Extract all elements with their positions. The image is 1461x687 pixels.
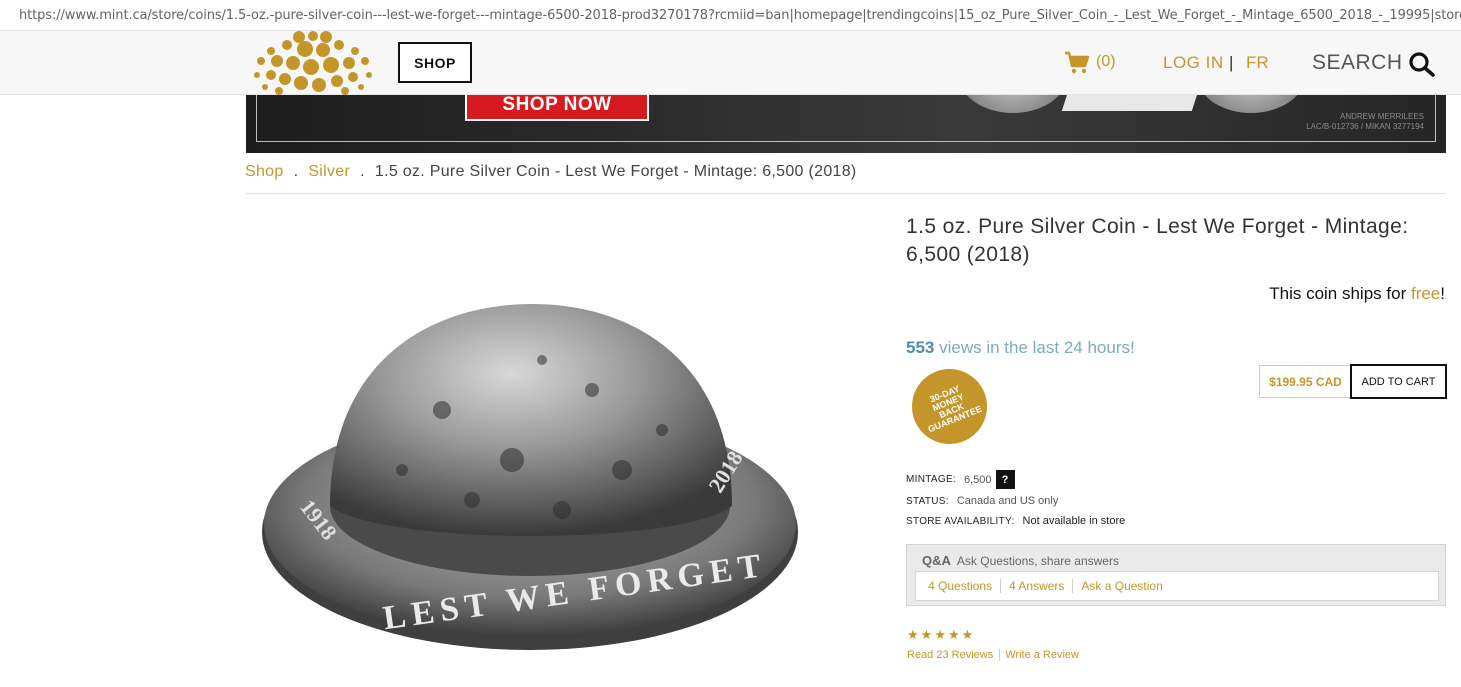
- guarantee-text: 30-DAY MONEY BACK GUARANTEE: [926, 383, 983, 434]
- spec-value: 6,500: [964, 473, 992, 486]
- add-to-cart-button[interactable]: ADD TO CART: [1350, 364, 1447, 399]
- breadcrumb-current: 1.5 oz. Pure Silver Coin - Lest We Forge…: [374, 163, 857, 180]
- write-review-link[interactable]: Write a Review: [1005, 649, 1085, 661]
- star-icon: ★: [920, 627, 933, 642]
- shipping-free: free: [1410, 284, 1441, 303]
- spec-store-availability: STORE AVAILABILITY: Not available in sto…: [906, 515, 1125, 527]
- spec-label: STATUS:: [906, 495, 949, 507]
- qa-subtitle: Ask Questions, share answers: [956, 554, 1119, 568]
- product-title: 1.5 oz. Pure Silver Coin - Lest We Forge…: [906, 215, 1409, 266]
- views-counter: 553 views in the last 24 hours!: [906, 338, 1135, 358]
- breadcrumb-separator: .: [293, 163, 299, 180]
- read-reviews-suffix: Reviews: [948, 649, 994, 661]
- breadcrumb: Shop . Silver . 1.5 oz. Pure Silver Coin…: [245, 163, 857, 181]
- rating-stars: ★ ★ ★ ★ ★: [907, 627, 975, 643]
- star-icon: ★: [934, 627, 946, 642]
- spec-mintage: MINTAGE: 6,500 ?: [906, 470, 1015, 489]
- help-icon[interactable]: ?: [995, 470, 1015, 489]
- read-reviews-prefix: Read: [907, 649, 937, 661]
- product-image[interactable]: LEST WE FORGET 1918 2018: [262, 300, 802, 660]
- qa-title: Q&A: [922, 553, 951, 568]
- shop-button[interactable]: SHOP: [398, 42, 472, 83]
- credit-line: ANDREW MERRILEES: [1339, 112, 1424, 121]
- read-reviews-link[interactable]: Read 23 Reviews: [907, 649, 1001, 661]
- spec-value: Not available in store: [1022, 515, 1126, 527]
- spec-label: STORE AVAILABILITY:: [906, 515, 1015, 527]
- login-link[interactable]: LOG IN: [1163, 53, 1224, 73]
- breadcrumb-shop[interactable]: Shop: [245, 163, 284, 181]
- banner-card-image: [1061, 95, 1201, 111]
- views-count: 553: [906, 338, 935, 357]
- qa-ask-link[interactable]: Ask a Question: [1073, 579, 1170, 593]
- cart-icon: [1065, 51, 1090, 74]
- site-header: SHOP (0) LOG IN | FR SEARCH: [0, 31, 1461, 95]
- search-icon[interactable]: [1408, 51, 1436, 77]
- qa-panel: Q&A Ask Questions, share answers 4 Quest…: [906, 544, 1446, 606]
- star-icon: ★: [907, 627, 919, 642]
- banner-credit: ANDREW MERRILEES LAC/B-012736 / MIKAN 32…: [1306, 112, 1424, 132]
- url-text: https://www.mint.ca/store/coins/1.5-oz.-…: [19, 7, 1461, 23]
- review-links: Read 23 Reviews Write a Review: [907, 649, 1090, 661]
- breadcrumb-silver[interactable]: Silver: [308, 163, 350, 181]
- qa-questions-link[interactable]: 4 Questions: [920, 579, 1002, 593]
- breadcrumb-separator: .: [360, 163, 365, 180]
- shipping-text: This coin ships for: [1269, 284, 1411, 303]
- star-icon: ★: [961, 627, 974, 642]
- qa-answers-link[interactable]: 4 Answers: [1001, 579, 1074, 593]
- views-text: views in the last 24 hours!: [934, 338, 1135, 357]
- price: $199.95 CAD: [1259, 365, 1351, 398]
- shipping-suffix: !: [1440, 284, 1445, 303]
- shipping-note: This coin ships for free!: [1269, 284, 1445, 304]
- qa-header: Q&A Ask Questions, share answers: [922, 553, 1119, 568]
- mint-logo[interactable]: [249, 31, 377, 95]
- language-toggle[interactable]: FR: [1246, 53, 1269, 73]
- spec-value: Canada and US only: [956, 495, 1059, 507]
- star-icon: ★: [947, 627, 960, 642]
- qa-links: 4 Questions 4 Answers Ask a Question: [915, 571, 1439, 601]
- promo-banner[interactable]: SHOP NOW ANDREW MERRILEES LAC/B-012736 /…: [246, 95, 1446, 153]
- spec-status: STATUS: Canada and US only: [906, 495, 1058, 507]
- nav-separator: |: [1229, 53, 1234, 72]
- credit-line: LAC/B-012736 / MIKAN 3277194: [1306, 122, 1424, 131]
- spec-label: MINTAGE:: [906, 474, 956, 485]
- shop-now-button[interactable]: SHOP NOW: [465, 95, 649, 121]
- review-count: 23: [936, 649, 949, 661]
- divider: [245, 193, 1446, 194]
- cart-count: (0): [1096, 53, 1116, 70]
- search-label[interactable]: SEARCH: [1312, 51, 1403, 75]
- address-bar[interactable]: https://www.mint.ca/store/coins/1.5-oz.-…: [0, 0, 1461, 31]
- cart-link[interactable]: (0): [1064, 50, 1116, 74]
- guarantee-badge: 30-DAY MONEY BACK GUARANTEE: [912, 369, 987, 444]
